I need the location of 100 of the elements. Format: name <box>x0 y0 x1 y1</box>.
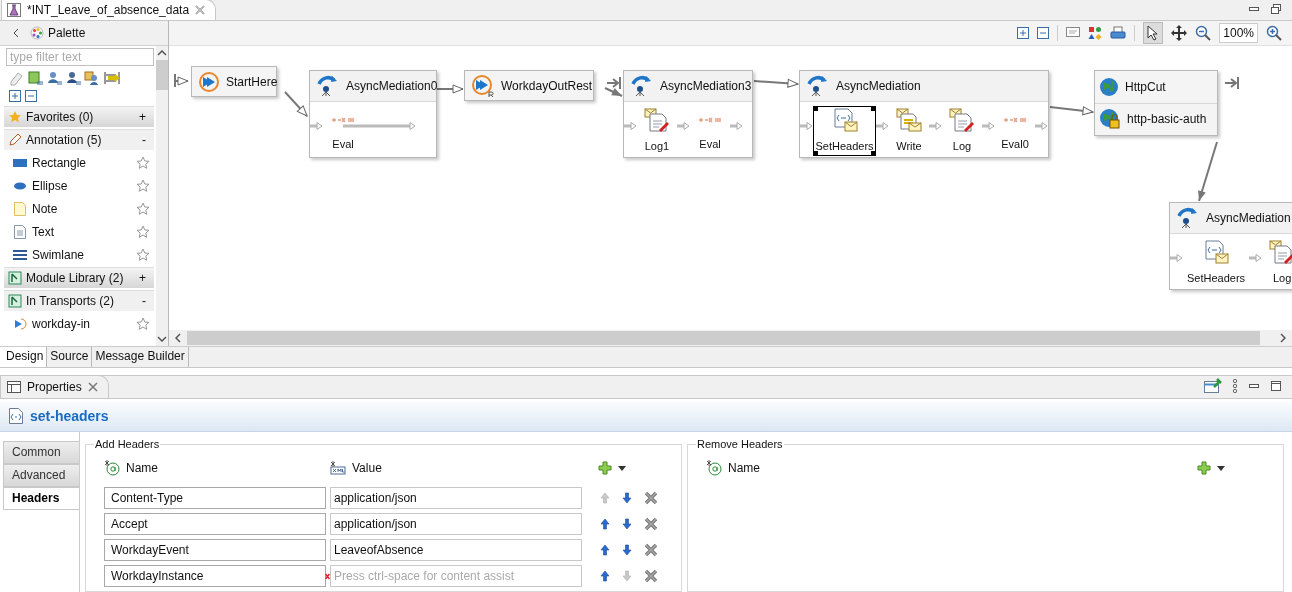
scroll-up-icon[interactable] <box>157 50 167 56</box>
palette-tool[interactable]: Ellipse <box>4 174 154 197</box>
person-icon[interactable] <box>65 70 81 86</box>
property-tab[interactable]: Common <box>3 441 79 464</box>
filter-field[interactable]: type filter text <box>6 48 154 66</box>
palette-tool[interactable]: Text <box>4 220 154 243</box>
comment-icon[interactable] <box>1066 27 1081 39</box>
zoom-out-icon[interactable] <box>1195 25 1212 41</box>
star-icon[interactable] <box>136 201 150 216</box>
shapes-icon[interactable] <box>1088 26 1103 40</box>
endpoint-node[interactable]: WorkdayOutRest <box>464 70 594 101</box>
step-node[interactable]: Write <box>889 106 929 156</box>
delete-icon[interactable] <box>644 517 658 531</box>
step-node[interactable]: Log <box>942 106 982 156</box>
flow-arrow-icon <box>730 122 743 130</box>
editor-tab[interactable]: *INT_Leave_of_absence_data <box>1 0 217 20</box>
step-node[interactable]: Eval <box>690 106 730 156</box>
document-add-icon[interactable] <box>27 70 43 86</box>
delete-icon[interactable] <box>644 491 658 505</box>
palette-drawer[interactable]: Annotation (5) - <box>4 129 154 150</box>
star-icon[interactable] <box>136 155 150 170</box>
dropdown-caret-icon[interactable] <box>618 465 626 471</box>
view-tab[interactable]: Properties <box>0 375 109 398</box>
name-field[interactable]: Accept <box>104 513 326 535</box>
palette-drawer[interactable]: Module Library (2) + <box>4 267 154 288</box>
mediation-node[interactable]: AsyncMediation0 Eval <box>309 70 437 158</box>
step-node[interactable]: Log <box>1262 238 1292 288</box>
delete-icon[interactable] <box>644 543 658 557</box>
delete-icon[interactable] <box>644 569 658 583</box>
dropdown-caret-icon[interactable] <box>1217 465 1225 471</box>
step-node[interactable]: Eval0 <box>995 106 1035 156</box>
value-field[interactable]: application/json <box>330 487 582 509</box>
scroll-down-icon[interactable] <box>157 336 167 342</box>
connector-arrow <box>1198 141 1218 202</box>
mediation-node[interactable]: AsyncMediation3 Log1 Eval <box>623 70 753 158</box>
palette-drawer[interactable]: In Transports (2) - <box>4 290 154 311</box>
name-field[interactable]: WorkdayEvent <box>104 539 326 561</box>
step-node[interactable]: Eval <box>323 106 363 156</box>
value-field[interactable]: application/json <box>330 513 582 535</box>
scrollbar[interactable] <box>156 46 168 346</box>
expand-all-icon[interactable] <box>9 90 21 102</box>
star-icon[interactable] <box>136 247 150 262</box>
move-down-icon[interactable] <box>622 518 632 530</box>
value-field[interactable]: LeaveofAbsence <box>330 539 582 561</box>
start-node[interactable]: StartHere <box>191 66 277 97</box>
mediation-node[interactable]: AsyncMediation SetHeaders Log <box>1169 202 1292 290</box>
people-icon[interactable] <box>84 70 100 86</box>
palette-tool[interactable]: workday-in <box>4 312 154 335</box>
pin-icon[interactable] <box>1204 377 1222 394</box>
endpoint-node[interactable]: HttpCut http-basic-auth <box>1094 70 1218 136</box>
property-tab[interactable]: Headers <box>3 487 79 510</box>
mediation-node[interactable]: AsyncMediation SetHeaders Write Log Eval0 <box>799 70 1049 158</box>
collapse-all-icon[interactable] <box>1037 27 1050 39</box>
align-arrows-icon[interactable] <box>103 70 121 86</box>
name-field[interactable]: Content-Type <box>104 487 326 509</box>
palette-drawer[interactable]: Favorites (0) + <box>4 106 154 127</box>
move-down-icon[interactable] <box>622 544 632 556</box>
add-icon[interactable] <box>598 461 612 475</box>
scroll-thumb[interactable] <box>156 60 168 90</box>
star-icon[interactable] <box>136 178 150 193</box>
step-node[interactable]: Log1 <box>637 106 677 156</box>
restore-icon[interactable] <box>1270 2 1282 15</box>
collapse-all-icon[interactable] <box>25 90 37 102</box>
print-icon[interactable] <box>1110 26 1127 40</box>
move-up-icon[interactable] <box>600 544 610 556</box>
zoom-field[interactable]: 100% <box>1219 23 1258 43</box>
lines-icon <box>13 249 27 260</box>
property-tab[interactable]: Advanced <box>3 464 79 487</box>
scroll-thumb[interactable] <box>187 331 1260 345</box>
move-up-icon[interactable] <box>600 570 610 582</box>
write-icon <box>896 108 922 132</box>
move-up-icon[interactable] <box>600 518 610 530</box>
select-tool-button[interactable] <box>1143 22 1164 44</box>
maximize-icon[interactable] <box>1270 379 1282 392</box>
palette-tool[interactable]: Rectangle <box>4 151 154 174</box>
palette-header[interactable]: Palette <box>30 26 86 40</box>
star-icon[interactable] <box>136 316 150 331</box>
scroll-left-icon[interactable] <box>175 333 181 343</box>
palette-tool[interactable]: Swimlane <box>4 243 154 266</box>
name-field[interactable]: WorkdayInstance <box>104 565 326 587</box>
editor-page-tab[interactable]: Source <box>47 347 93 367</box>
close-icon[interactable] <box>87 382 98 392</box>
editor-page-tab[interactable]: Message Builder <box>92 347 189 367</box>
view-menu-icon[interactable] <box>1232 378 1238 393</box>
star-icon[interactable] <box>136 224 150 239</box>
column-header: Name <box>104 460 326 476</box>
move-arrows-icon[interactable] <box>1171 25 1188 41</box>
add-icon[interactable] <box>1197 461 1211 475</box>
expand-all-icon[interactable] <box>1017 27 1030 39</box>
palette-tool[interactable]: Note <box>4 197 154 220</box>
person-icon[interactable] <box>46 70 62 86</box>
editor-page-tab[interactable]: Design <box>0 347 48 367</box>
step-node[interactable]: SetHeaders <box>813 106 876 156</box>
scroll-right-icon[interactable] <box>1280 333 1286 343</box>
move-down-icon[interactable] <box>622 492 632 504</box>
zoom-in-icon[interactable] <box>1266 25 1282 41</box>
step-node[interactable]: SetHeaders <box>1183 238 1250 288</box>
flow-arrow-icon <box>1170 254 1183 262</box>
value-field[interactable]: Press ctrl-space for content assist <box>330 565 582 587</box>
scrollbar[interactable] <box>169 330 1292 346</box>
